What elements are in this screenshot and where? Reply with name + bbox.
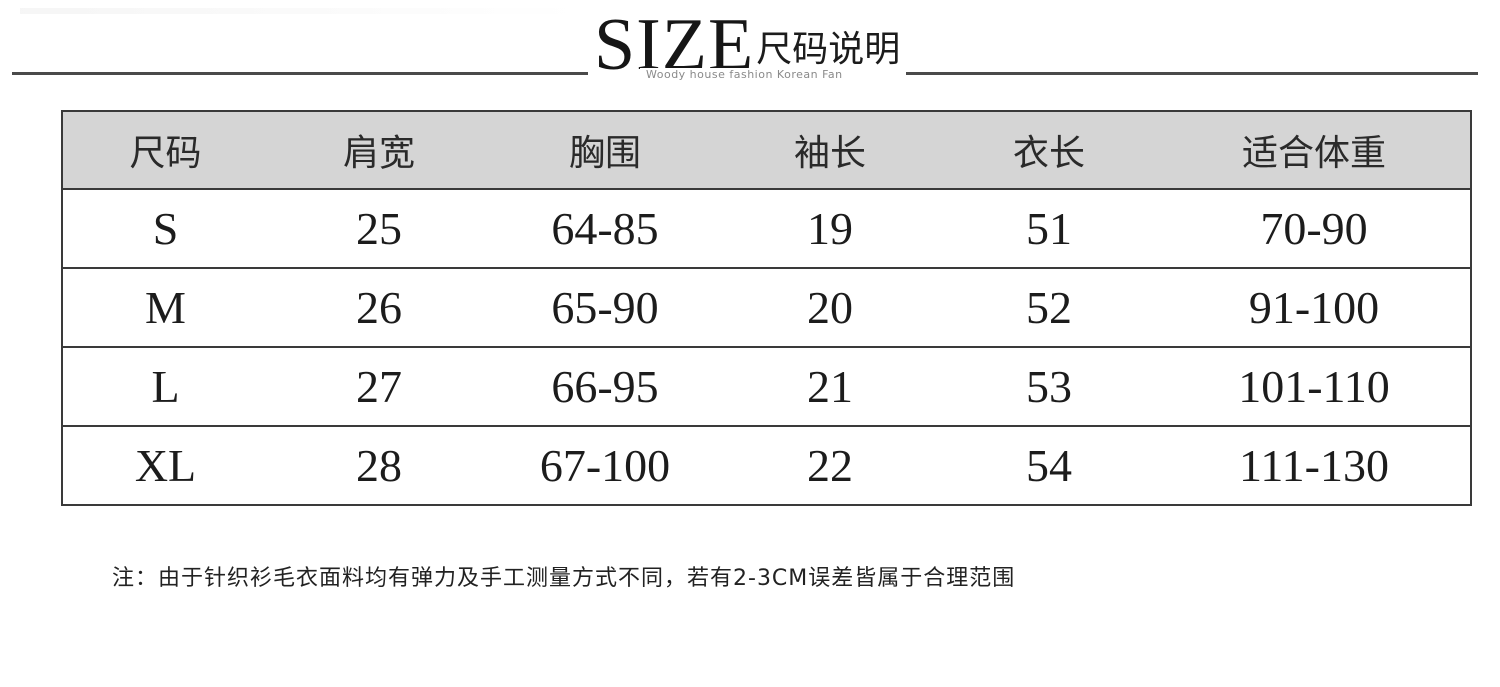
table-row: S 25 64-85 19 51 70-90 [61,188,1472,269]
table-header-row: 尺码 肩宽 胸围 袖长 衣长 适合体重 [61,110,1472,190]
cell-bust: 66-95 [490,346,720,427]
title-subtitle: Woody house fashion Korean Fan [640,68,849,81]
cell-shoulder: 25 [268,188,490,269]
cell-length: 53 [940,346,1158,427]
header-sleeve: 袖长 [720,110,940,190]
header-shoulder: 肩宽 [268,110,490,190]
cell-size: S [61,188,268,269]
cell-size: XL [61,425,268,506]
table-row: XL 28 67-100 22 54 111-130 [61,425,1472,506]
cell-size: M [61,267,268,348]
decorative-strip [20,8,580,14]
cell-bust: 65-90 [490,267,720,348]
cell-shoulder: 28 [268,425,490,506]
cell-sleeve: 20 [720,267,940,348]
cell-weight: 91-100 [1158,267,1472,348]
cell-length: 52 [940,267,1158,348]
cell-weight: 70-90 [1158,188,1472,269]
header-weight: 适合体重 [1158,110,1472,190]
cell-shoulder: 27 [268,346,490,427]
cell-bust: 64-85 [490,188,720,269]
cell-bust: 67-100 [490,425,720,506]
cell-weight: 111-130 [1158,425,1472,506]
cell-sleeve: 21 [720,346,940,427]
title-cn-word: 尺码说明 [756,29,901,70]
header-bust: 胸围 [490,110,720,190]
table-row: L 27 66-95 21 53 101-110 [61,346,1472,427]
cell-length: 54 [940,425,1158,506]
cell-size: L [61,346,268,427]
cell-length: 51 [940,188,1158,269]
table-row: M 26 65-90 20 52 91-100 [61,267,1472,348]
title-section: SIZE 尺码说明 Woody house fashion Korean Fan [0,0,1500,90]
cell-shoulder: 26 [268,267,490,348]
measurement-note: 注：由于针织衫毛衣面料均有弹力及手工测量方式不同，若有2-3CM误差皆属于合理范… [112,566,1016,591]
size-table: 尺码 肩宽 胸围 袖长 衣长 适合体重 S 25 64-85 19 51 70-… [61,110,1472,506]
cell-sleeve: 22 [720,425,940,506]
cell-weight: 101-110 [1158,346,1472,427]
cell-sleeve: 19 [720,188,940,269]
header-size: 尺码 [61,110,268,190]
header-length: 衣长 [940,110,1158,190]
